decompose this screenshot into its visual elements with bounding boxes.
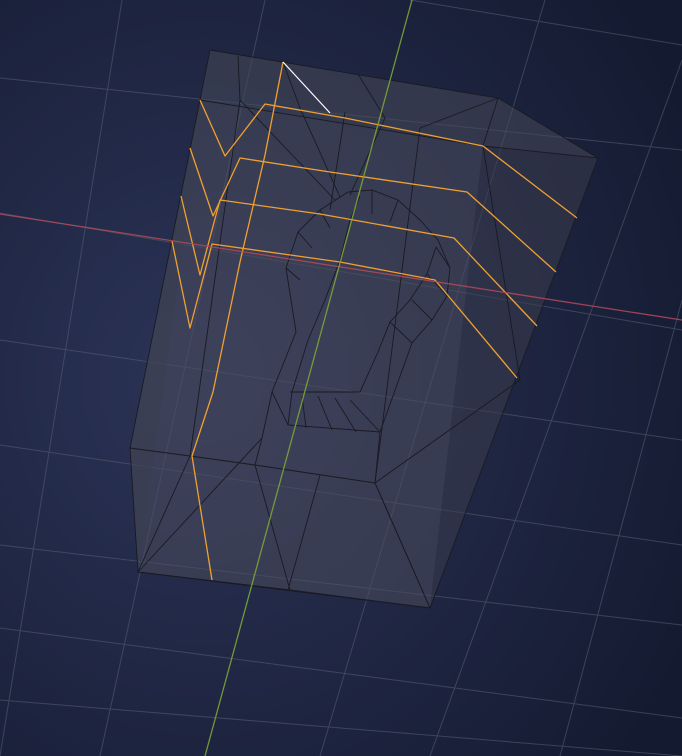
viewport-canvas[interactable] bbox=[0, 0, 682, 756]
3d-viewport[interactable] bbox=[0, 0, 682, 756]
